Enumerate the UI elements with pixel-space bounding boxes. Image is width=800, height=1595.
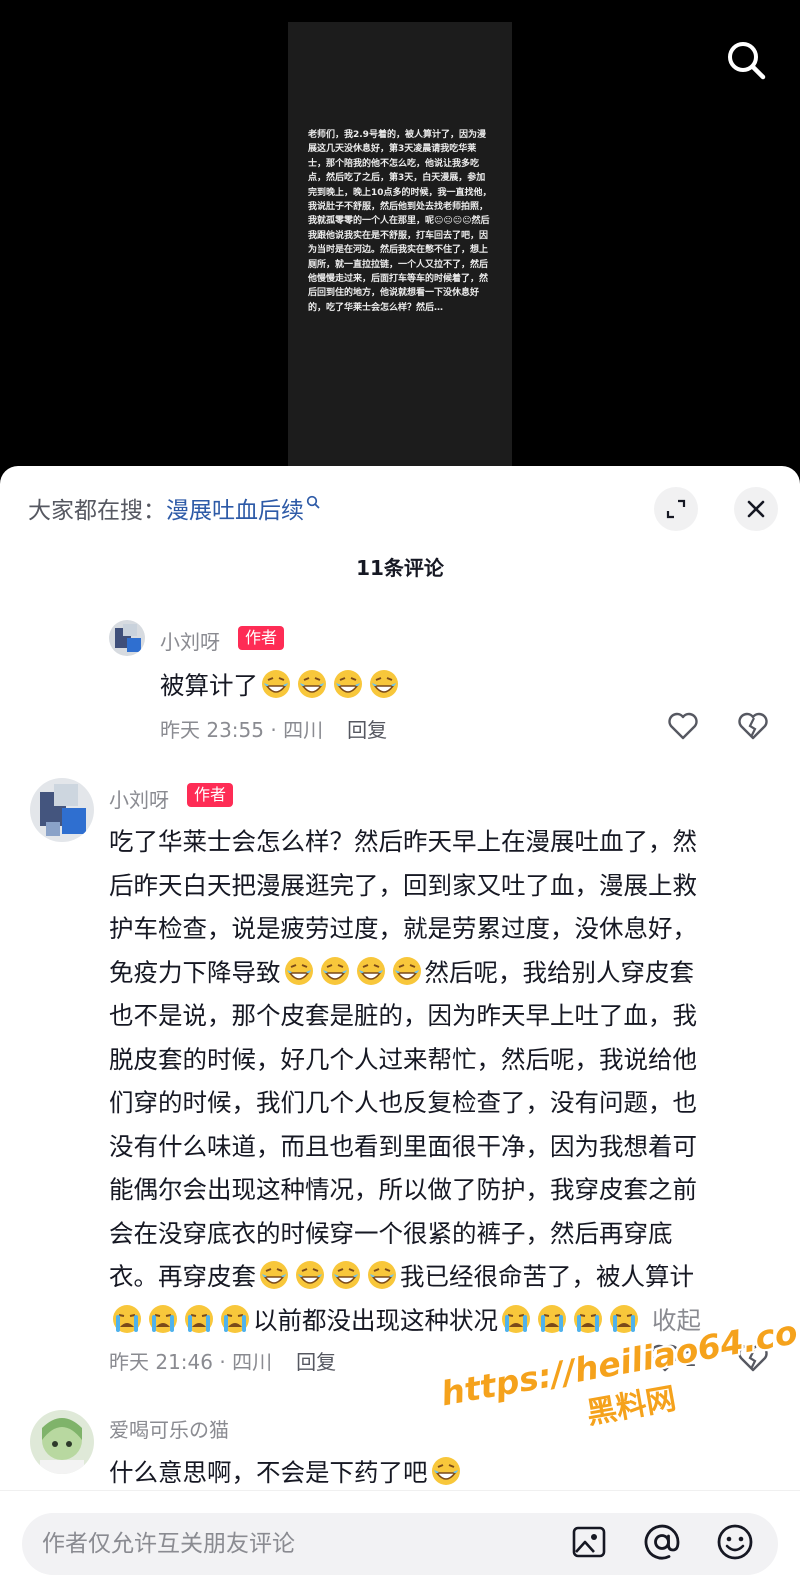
comment-time-location: 昨天 23:55 · 四川 bbox=[160, 718, 324, 742]
laughing-emoji-icon bbox=[258, 1259, 290, 1291]
comment-line: 免疫力下降导致 然后呢，我给别人穿皮套 bbox=[109, 951, 749, 995]
comment-text-part: 免疫力下降导致 bbox=[109, 957, 281, 987]
comment-input-bar: 作者仅允许互关朋友评论 bbox=[0, 1490, 800, 1595]
dislike-icon[interactable] bbox=[736, 709, 770, 743]
comment-text-part: 以前都没出现这种状况 bbox=[253, 1305, 498, 1335]
comment-line: 们穿的时候，我们几个人也反复检查了，没有问题，也 bbox=[109, 1088, 697, 1117]
comment-line: 脱皮套的时候，好几个人过来帮忙，然后呢，我说给他 bbox=[109, 1044, 697, 1074]
search-icon[interactable] bbox=[724, 38, 768, 82]
author-badge: 作者 bbox=[187, 783, 234, 807]
crying-emoji-icon bbox=[608, 1303, 640, 1335]
laughing-emoji-icon bbox=[260, 668, 292, 700]
laughing-emoji-icon bbox=[391, 955, 423, 987]
comment-text-part: 然后呢，我给别人穿皮套 bbox=[424, 957, 695, 987]
comment-text-part: 什么意思啊，不会是下药了吧 bbox=[109, 1458, 428, 1487]
comment-line: 没有什么味道，而且也看到里面很干净，因为我想着可 bbox=[109, 1131, 697, 1161]
comment-line: 也不是说，那个皮套是脏的，因为昨天早上吐了血，我 bbox=[109, 1001, 697, 1030]
comment-author[interactable]: 爱喝可乐の猫 bbox=[109, 1414, 229, 1443]
laughing-emoji-icon bbox=[319, 955, 351, 987]
crying-emoji-icon bbox=[183, 1303, 215, 1335]
close-icon bbox=[747, 500, 765, 518]
laughing-emoji-icon bbox=[330, 1259, 362, 1291]
laughing-emoji-icon bbox=[355, 955, 387, 987]
small-search-icon bbox=[306, 486, 320, 509]
laughing-emoji-icon bbox=[368, 668, 400, 700]
comment-meta: 昨天 21:46 · 四川 回复 bbox=[109, 1346, 336, 1375]
laughing-emoji-icon bbox=[283, 955, 315, 987]
comment-line: 后昨天白天把漫展逛完了，回到家又吐了血，漫展上救 bbox=[109, 870, 697, 900]
avatar[interactable] bbox=[30, 778, 94, 842]
crying-emoji-icon bbox=[536, 1303, 568, 1335]
comment-text: 吃了华莱士会怎么样？然后昨天早上在漫展吐血了，然 后昨天白天把漫展逛完了，回到家… bbox=[109, 820, 749, 1342]
video-caption-text: 老师们，我2.9号着的，被人算计了，因为漫展这几天没休息好，第3天凌晨请我吃华莱… bbox=[308, 130, 492, 313]
suggestion-keyword-link[interactable]: 漫展吐血后续 bbox=[166, 498, 304, 524]
comment-line: 护车检查，说是疲劳过度，就是劳累过度，没休息好， bbox=[109, 914, 697, 943]
laughing-emoji-icon bbox=[294, 1259, 326, 1291]
comment-text: 什么意思啊，不会是下药了吧 bbox=[109, 1454, 464, 1489]
comment-line: 衣。再穿皮套 我已经很命苦了，被人算计 bbox=[109, 1255, 749, 1299]
search-suggestion: 大家都在搜：漫展吐血后续 bbox=[28, 486, 320, 527]
avatar[interactable] bbox=[109, 620, 145, 656]
avatar[interactable] bbox=[30, 1410, 94, 1474]
video-frame: 老师们，我2.9号着的，被人算计了，因为漫展这几天没休息好，第3天凌晨请我吃华莱… bbox=[288, 22, 512, 472]
comment-meta: 昨天 23:55 · 四川 回复 bbox=[160, 714, 387, 743]
reply-button[interactable]: 回复 bbox=[347, 718, 387, 742]
crying-emoji-icon bbox=[500, 1303, 532, 1335]
image-icon[interactable] bbox=[568, 1521, 610, 1563]
comment-text: 被算计了 bbox=[160, 667, 402, 702]
mention-icon[interactable] bbox=[641, 1521, 683, 1563]
comment-line: 能偶尔会出现这种情况，所以做了防护，我穿皮套之前 bbox=[109, 1175, 697, 1204]
comment-line: 以前都没出现这种状况 收起 bbox=[109, 1299, 749, 1343]
comment-line: 会在没穿底衣的时候穿一个很紧的裤子，然后再穿底 bbox=[109, 1218, 673, 1248]
video-player[interactable]: 老师们，我2.9号着的，被人算计了，因为漫展这几天没休息好，第3天凌晨请我吃华莱… bbox=[0, 0, 800, 480]
crying-emoji-icon bbox=[572, 1303, 604, 1335]
crying-emoji-icon bbox=[219, 1303, 251, 1335]
suggestion-prefix: 大家都在搜： bbox=[28, 498, 166, 524]
crying-emoji-icon bbox=[111, 1303, 143, 1335]
comment-line: 吃了华莱士会怎么样？然后昨天早上在漫展吐血了，然 bbox=[109, 827, 697, 856]
comment-text-part: 被算计了 bbox=[160, 671, 258, 700]
expand-button[interactable] bbox=[654, 487, 698, 531]
expand-icon bbox=[666, 499, 686, 519]
close-button[interactable] bbox=[734, 487, 778, 531]
comment-text-part: 衣。再穿皮套 bbox=[109, 1262, 256, 1291]
comment-author[interactable]: 小刘呀 bbox=[160, 626, 220, 655]
author-badge: 作者 bbox=[238, 626, 285, 650]
comment-time-location: 昨天 21:46 · 四川 bbox=[109, 1350, 273, 1374]
comment-text-part: 我已经很命苦了，被人算计 bbox=[400, 1262, 694, 1291]
emoji-icon[interactable] bbox=[714, 1521, 756, 1563]
laughing-emoji-icon bbox=[332, 668, 364, 700]
reply-button[interactable]: 回复 bbox=[296, 1350, 336, 1374]
laughing-emoji-icon bbox=[366, 1259, 398, 1291]
like-icon[interactable] bbox=[666, 709, 700, 743]
crying-emoji-icon bbox=[147, 1303, 179, 1335]
comment-count: 11条评论 bbox=[356, 556, 444, 580]
comment-author[interactable]: 小刘呀 bbox=[109, 784, 169, 813]
laughing-emoji-icon bbox=[296, 668, 328, 700]
